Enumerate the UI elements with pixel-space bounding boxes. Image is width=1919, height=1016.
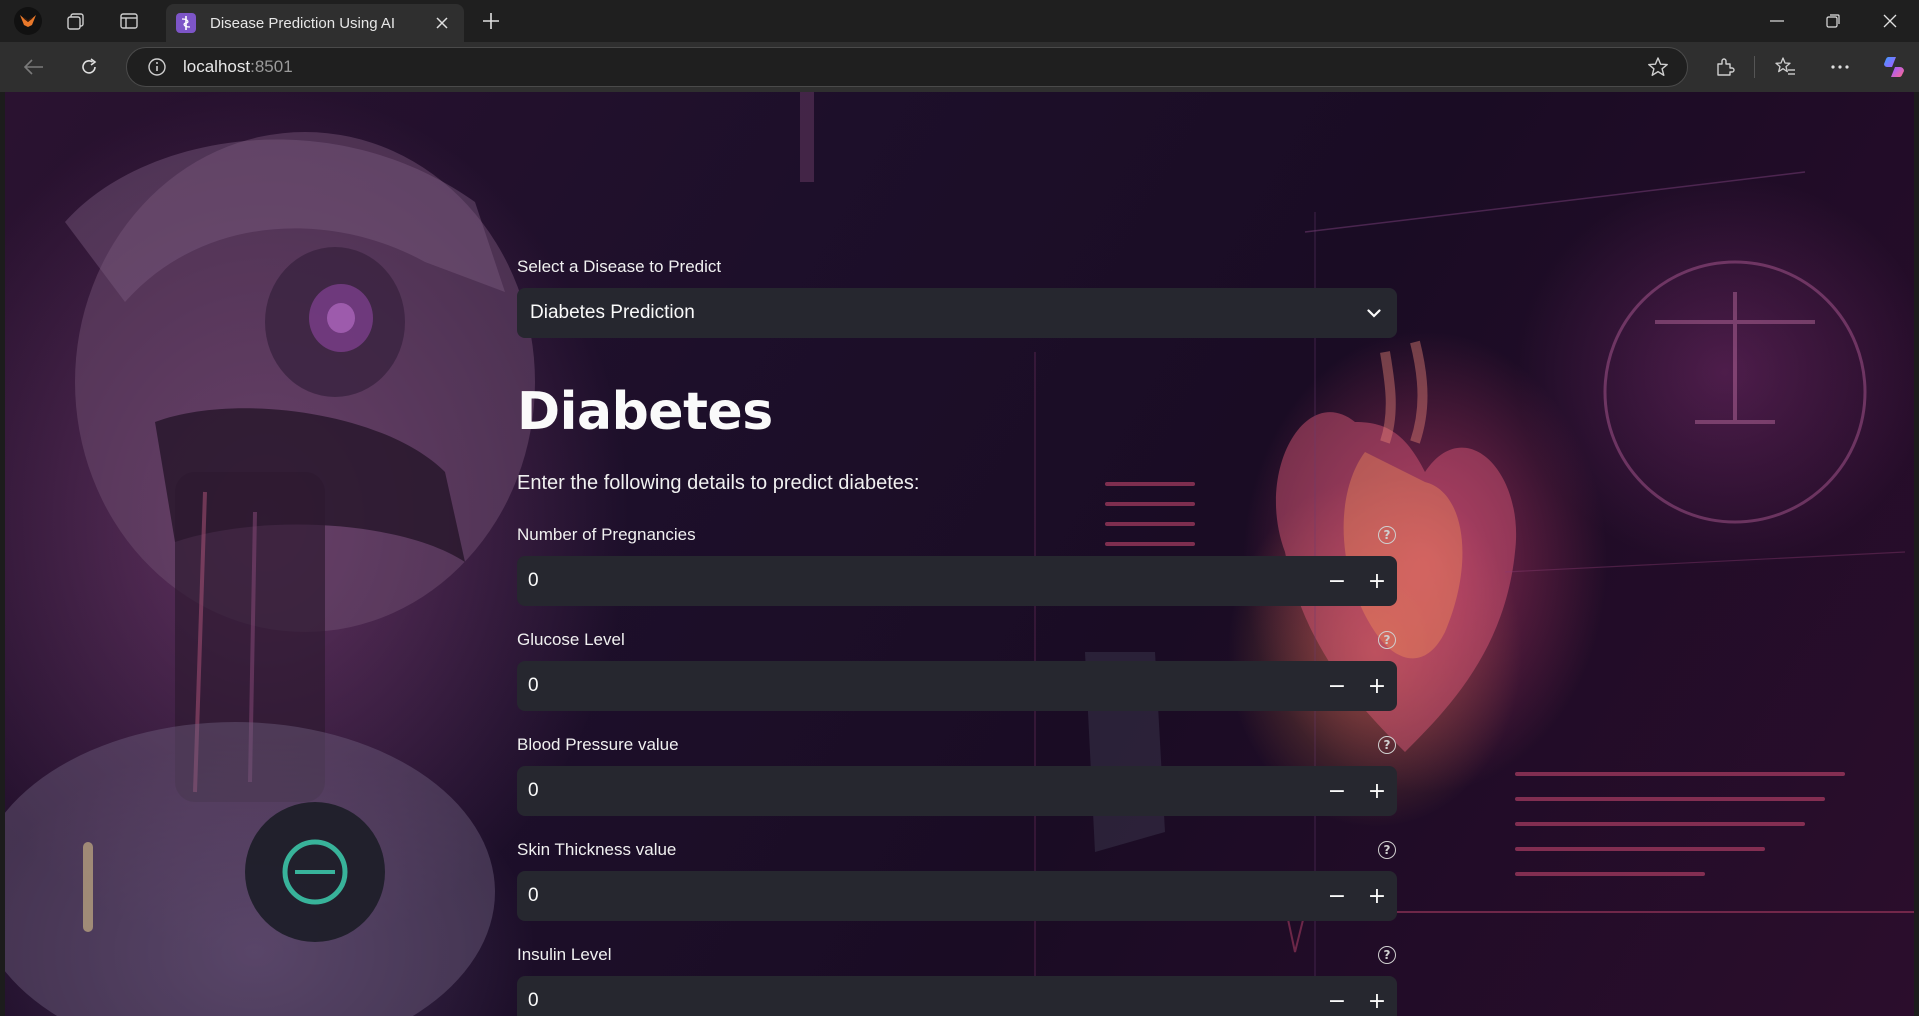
more-icon [1831, 65, 1849, 69]
minimize-button[interactable] [1754, 0, 1800, 42]
address-bar[interactable]: localhost:8501 [126, 47, 1688, 87]
increment-button[interactable]: + [1357, 976, 1397, 1016]
extensions-icon [1717, 58, 1735, 76]
instructions-text: Enter the following details to predict d… [517, 472, 920, 494]
close-icon [1883, 14, 1897, 28]
workspaces-button[interactable] [60, 5, 92, 37]
disease-select-label: Select a Disease to Predict [517, 257, 722, 276]
field-row-blood-pressure: Blood Pressure value ? [517, 733, 1397, 757]
glucose-input[interactable]: 0 − + [517, 661, 1397, 711]
workspaces-icon [67, 13, 84, 30]
browser-tab-bar: Disease Prediction Using AI [0, 0, 1919, 42]
tab-title: Disease Prediction Using AI [210, 14, 396, 32]
help-icon[interactable]: ? [1378, 526, 1396, 544]
site-info-icon [148, 58, 166, 76]
page-viewport: Select a Disease to Predict Diabetes Pre… [5, 92, 1914, 1016]
profile-button[interactable] [12, 5, 44, 37]
vertical-tabs-button[interactable] [113, 5, 145, 37]
increment-button[interactable]: + [1357, 661, 1397, 711]
field-label: Blood Pressure value [517, 735, 679, 754]
favorite-star-icon[interactable] [1647, 56, 1669, 78]
insulin-input[interactable]: 0 − + [517, 976, 1397, 1016]
disease-select[interactable]: Diabetes Prediction [517, 288, 1397, 338]
blood-pressure-input[interactable]: 0 − + [517, 766, 1397, 816]
field-label: Skin Thickness value [517, 840, 677, 859]
decrement-button[interactable]: − [1317, 871, 1357, 921]
decrement-button[interactable]: − [1317, 766, 1357, 816]
restore-button[interactable] [1810, 0, 1856, 42]
field-row-insulin: Insulin Level ? [517, 943, 1397, 967]
help-icon[interactable]: ? [1378, 736, 1396, 754]
close-icon [436, 17, 448, 29]
refresh-icon [82, 58, 97, 74]
url-host: localhost [183, 57, 251, 76]
help-icon[interactable]: ? [1378, 841, 1396, 859]
browser-toolbar: localhost:8501 [0, 42, 1919, 92]
number-input-value[interactable]: 0 [528, 780, 1317, 802]
window-close-button[interactable] [1867, 0, 1913, 42]
back-icon [24, 59, 43, 75]
toolbar-divider [1754, 56, 1755, 78]
increment-button[interactable]: + [1357, 766, 1397, 816]
disease-select-value: Diabetes Prediction [530, 302, 695, 323]
copilot-icon [1884, 57, 1904, 78]
favorites-icon [1775, 57, 1795, 75]
tab-close-button[interactable] [430, 11, 454, 35]
decrement-button[interactable]: − [1317, 976, 1357, 1016]
tab-favicon-icon [176, 13, 196, 33]
number-input-value[interactable]: 0 [528, 885, 1317, 907]
more-button[interactable] [1824, 51, 1856, 83]
field-label: Number of Pregnancies [517, 525, 696, 544]
favorites-button[interactable] [1769, 51, 1801, 83]
copilot-button[interactable] [1878, 51, 1910, 83]
number-input-value[interactable]: 0 [528, 675, 1317, 697]
skin-thickness-input[interactable]: 0 − + [517, 871, 1397, 921]
field-row-glucose: Glucose Level ? [517, 628, 1397, 652]
help-icon[interactable]: ? [1378, 946, 1396, 964]
field-label: Insulin Level [517, 945, 612, 964]
active-tab[interactable]: Disease Prediction Using AI [166, 4, 464, 42]
url-port: :8501 [250, 57, 293, 76]
extensions-button[interactable] [1709, 51, 1741, 83]
field-row-pregnancies: Number of Pregnancies ? [517, 523, 1397, 547]
back-button[interactable] [18, 51, 50, 83]
refresh-button[interactable] [73, 51, 105, 83]
vertical-tabs-icon [120, 13, 138, 29]
new-tab-button[interactable] [475, 5, 507, 37]
url-text: localhost:8501 [183, 57, 293, 77]
decrement-button[interactable]: − [1317, 556, 1357, 606]
number-input-value[interactable]: 0 [528, 990, 1317, 1012]
minimize-icon [1770, 20, 1784, 22]
chevron-down-icon [1367, 308, 1381, 318]
decrement-button[interactable]: − [1317, 661, 1357, 711]
help-icon[interactable]: ? [1378, 631, 1396, 649]
increment-button[interactable]: + [1357, 556, 1397, 606]
profile-icon [14, 7, 42, 35]
pregnancies-input[interactable]: 0 − + [517, 556, 1397, 606]
page-title: Diabetes [517, 382, 773, 442]
field-row-skin-thickness: Skin Thickness value ? [517, 838, 1397, 862]
field-label: Glucose Level [517, 630, 625, 649]
number-input-value[interactable]: 0 [528, 570, 1317, 592]
increment-button[interactable]: + [1357, 871, 1397, 921]
restore-icon [1826, 14, 1840, 28]
new-tab-icon [483, 13, 499, 29]
